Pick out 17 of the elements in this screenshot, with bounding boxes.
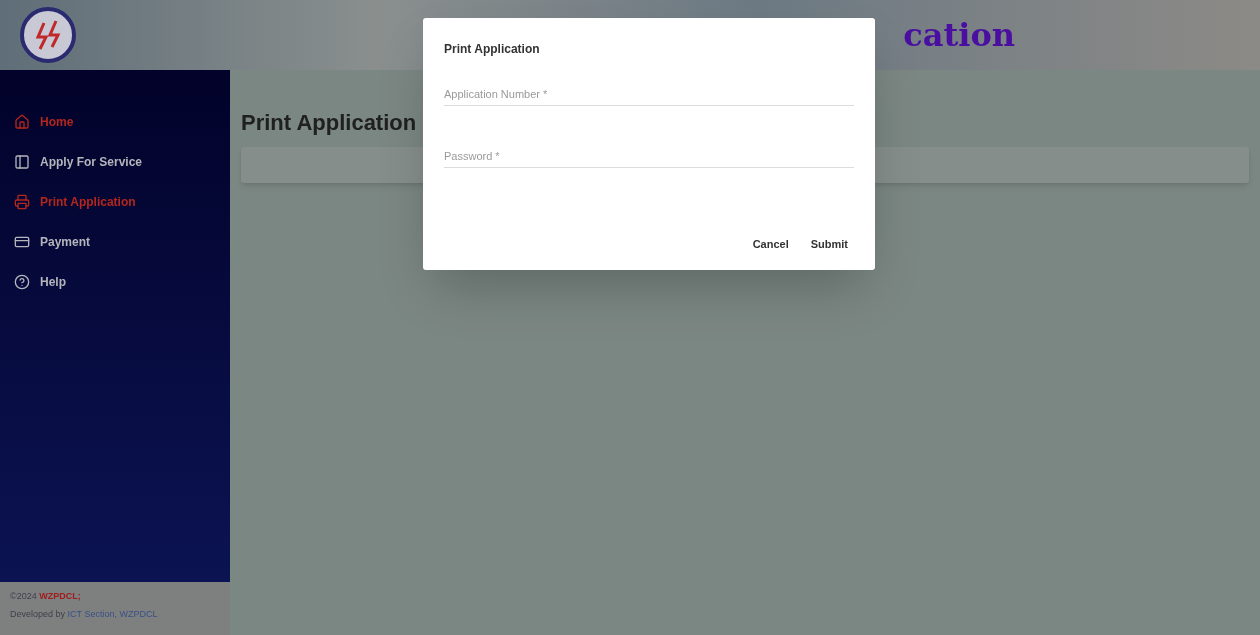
card-icon	[14, 154, 30, 170]
developer-credit: Developed by ICT Section, WZPDCL	[10, 607, 159, 621]
nav-item[interactable]: Apply For Service	[0, 150, 230, 174]
dialog-title: Print Application	[444, 41, 541, 58]
dialog-button[interactable]: Cancel	[746, 229, 795, 258]
nav-item[interactable]: Payment	[0, 230, 230, 254]
home-icon	[14, 114, 30, 130]
dialog-button[interactable]: Submit	[804, 229, 854, 258]
input-field[interactable]: Password *	[444, 144, 854, 168]
page-title: Print Application	[241, 109, 418, 137]
nav-item[interactable]: Help	[0, 270, 230, 294]
logo-icon	[20, 7, 76, 63]
input-field[interactable]: Application Number *	[444, 82, 854, 106]
printer-icon	[14, 194, 30, 210]
payment-icon	[14, 234, 30, 250]
header-title: cation	[903, 15, 1015, 56]
help-icon	[14, 274, 30, 290]
